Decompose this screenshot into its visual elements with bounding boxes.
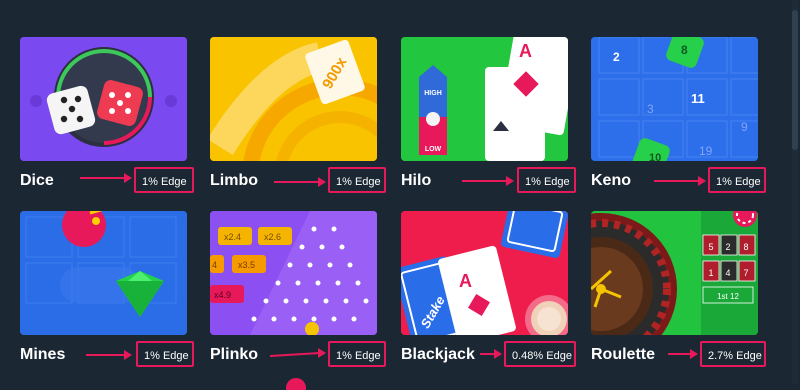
plinko-multiplier: x3.5 — [238, 260, 255, 270]
blackjack-illustration: Stake A — [401, 211, 568, 335]
scrollbar-thumb[interactable] — [792, 10, 798, 150]
plinko-multiplier: x4.9 — [214, 290, 231, 300]
edge-badge-dice: 1% Edge — [134, 167, 194, 193]
arrow-icon — [80, 173, 132, 183]
blackjack-thumbnail[interactable]: Stake A — [401, 211, 568, 335]
arrow-icon — [462, 176, 514, 186]
bottom-partial-icon — [286, 378, 306, 390]
plinko-multiplier: x2.4 — [224, 232, 241, 242]
mines-thumbnail[interactable] — [20, 211, 187, 335]
roulette-number: 4 — [725, 268, 730, 278]
game-title-keno[interactable]: Keno — [591, 172, 631, 190]
keno-illustration: 2 8 11 3 9 19 10 — [591, 37, 758, 161]
dice-illustration — [20, 37, 187, 161]
keno-number: 9 — [741, 120, 748, 134]
arrow-icon — [274, 177, 326, 187]
mines-illustration — [20, 211, 187, 335]
keno-number: 2 — [613, 50, 620, 64]
roulette-number: 5 — [708, 242, 713, 252]
page-scrollbar[interactable] — [792, 0, 798, 384]
game-title-roulette[interactable]: Roulette — [591, 346, 655, 364]
arrow-icon — [86, 350, 132, 360]
hilo-illustration: HIGH LOW A — [401, 37, 568, 161]
roulette-number: 2 — [725, 242, 730, 252]
hilo-card-rank: A — [519, 41, 532, 61]
keno-number: 10 — [649, 152, 661, 161]
plinko-multiplier: x2.6 — [264, 232, 281, 242]
edge-badge-roulette: 2.7% Edge — [700, 341, 766, 367]
roulette-illustration: 2 5 8 1 4 7 1st 12 — [591, 211, 758, 335]
game-title-plinko[interactable]: Plinko — [210, 346, 258, 364]
keno-number: 11 — [691, 91, 705, 106]
keno-number: 3 — [647, 102, 654, 116]
roulette-number: 1 — [708, 268, 713, 278]
limbo-illustration: 900x — [210, 37, 377, 161]
edge-badge-keno: 1% Edge — [708, 167, 766, 193]
arrow-icon — [269, 348, 326, 358]
arrow-icon — [480, 349, 502, 359]
edge-badge-blackjack: 0.48% Edge — [504, 341, 576, 367]
roulette-thumbnail[interactable]: 2 5 8 1 4 7 1st 12 — [591, 211, 758, 335]
edge-badge-plinko: 1% Edge — [328, 341, 386, 367]
edge-badge-mines: 1% Edge — [136, 341, 194, 367]
roulette-number: 8 — [743, 242, 748, 252]
arrow-icon — [668, 349, 698, 359]
plinko-multiplier: 4 — [212, 260, 217, 270]
plinko-illustration: x2.4 x2.6 4 x3.5 x4.9 — [210, 211, 377, 335]
edge-badge-limbo: 1% Edge — [328, 167, 386, 193]
blackjack-card-rank: A — [459, 271, 472, 291]
limbo-thumbnail[interactable]: 900x — [210, 37, 377, 161]
hilo-low-label: LOW — [425, 146, 442, 153]
game-title-mines[interactable]: Mines — [20, 346, 65, 364]
keno-number: 19 — [699, 144, 713, 158]
game-title-dice[interactable]: Dice — [20, 172, 54, 190]
hilo-high-label: HIGH — [424, 90, 442, 97]
game-title-hilo[interactable]: Hilo — [401, 172, 431, 190]
roulette-number: 7 — [743, 268, 748, 278]
roulette-label: 1st 12 — [717, 292, 739, 301]
arrow-icon — [654, 176, 706, 186]
keno-thumbnail[interactable]: 2 8 11 3 9 19 10 — [591, 37, 758, 161]
game-title-blackjack[interactable]: Blackjack — [401, 346, 475, 364]
dice-thumbnail[interactable] — [20, 37, 187, 161]
keno-number: 8 — [681, 43, 688, 57]
game-title-limbo[interactable]: Limbo — [210, 172, 258, 190]
plinko-thumbnail[interactable]: x2.4 x2.6 4 x3.5 x4.9 — [210, 211, 377, 335]
hilo-thumbnail[interactable]: HIGH LOW A — [401, 37, 568, 161]
edge-badge-hilo: 1% Edge — [517, 167, 576, 193]
